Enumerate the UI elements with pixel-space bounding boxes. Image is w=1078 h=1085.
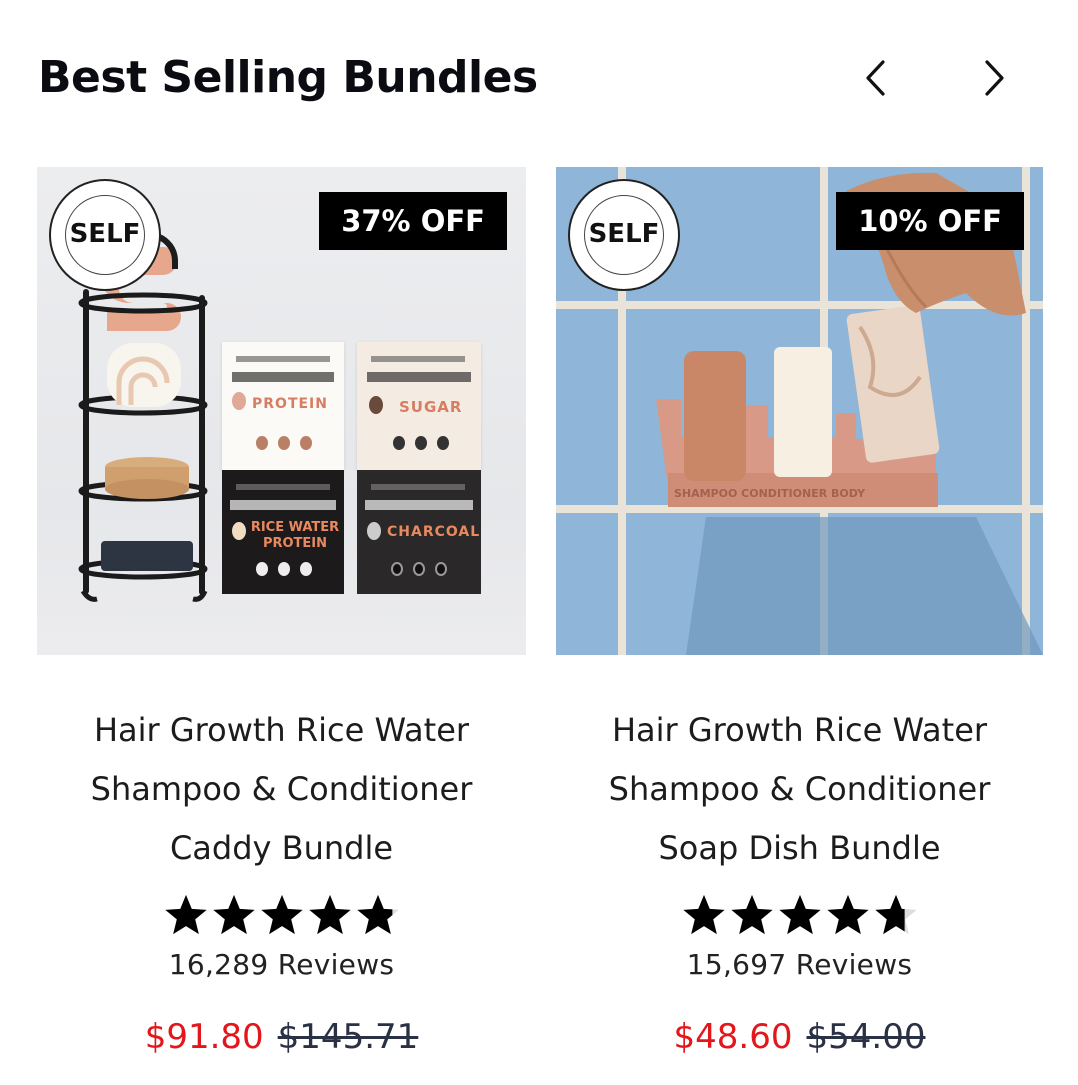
package-charcoal: CHARCOAL: [357, 470, 481, 594]
star-partial-icon: [874, 894, 917, 935]
star-rating: [556, 892, 1043, 938]
section-title: Best Selling Bundles: [38, 52, 538, 103]
original-price: $145.71: [277, 1017, 419, 1057]
self-seal-logo: SELF: [49, 179, 161, 291]
sale-price: $91.80: [144, 1017, 264, 1057]
package-rice-water-protein: RICE WATER PROTEIN: [222, 470, 344, 594]
review-count-link[interactable]: 16,289 Reviews: [37, 948, 526, 981]
price-row: $91.80 $145.71: [37, 1017, 526, 1057]
discount-badge: 37% OFF: [319, 192, 507, 250]
product-name[interactable]: Hair Growth Rice Water Shampoo & Conditi…: [556, 701, 1043, 878]
chevron-left-icon: [866, 60, 885, 96]
section-header: Best Selling Bundles: [38, 46, 1038, 110]
star-partial-icon: [356, 894, 399, 935]
svg-text:SHAMPOO CONDITIONER BODY: SHAMPOO CONDITIONER BODY: [674, 487, 866, 500]
chevron-right-icon: [985, 60, 1004, 96]
package-sugar: SUGAR: [357, 342, 481, 470]
carousel-prev-button[interactable]: [852, 54, 900, 102]
star-icon: [308, 894, 351, 935]
price-row: $48.60 $54.00: [556, 1017, 1043, 1057]
star-icon: [730, 894, 773, 935]
star-icon: [212, 894, 255, 935]
product-image[interactable]: SHAMPOO CONDITIONER BODY SELF 10% OFF: [556, 167, 1043, 655]
product-card[interactable]: SHAMPOO CONDITIONER BODY SELF 10% OFF Ha…: [556, 167, 1043, 1057]
product-image[interactable]: PROTEIN SUGAR RICE WATER PROTEIN CHARCOA…: [37, 167, 526, 655]
star-icon: [682, 894, 725, 935]
discount-badge: 10% OFF: [836, 192, 1024, 250]
sale-price: $48.60: [673, 1017, 793, 1057]
star-icon: [260, 894, 303, 935]
star-rating: [37, 892, 526, 938]
product-name[interactable]: Hair Growth Rice Water Shampoo & Conditi…: [37, 701, 526, 878]
self-seal-logo: SELF: [568, 179, 680, 291]
original-price: $54.00: [806, 1017, 926, 1057]
star-icon: [778, 894, 821, 935]
carousel-next-button[interactable]: [970, 54, 1018, 102]
review-count-link[interactable]: 15,697 Reviews: [556, 948, 1043, 981]
product-card[interactable]: PROTEIN SUGAR RICE WATER PROTEIN CHARCOA…: [37, 167, 526, 1057]
star-icon: [164, 894, 207, 935]
star-icon: [826, 894, 869, 935]
package-protein: PROTEIN: [222, 342, 344, 470]
